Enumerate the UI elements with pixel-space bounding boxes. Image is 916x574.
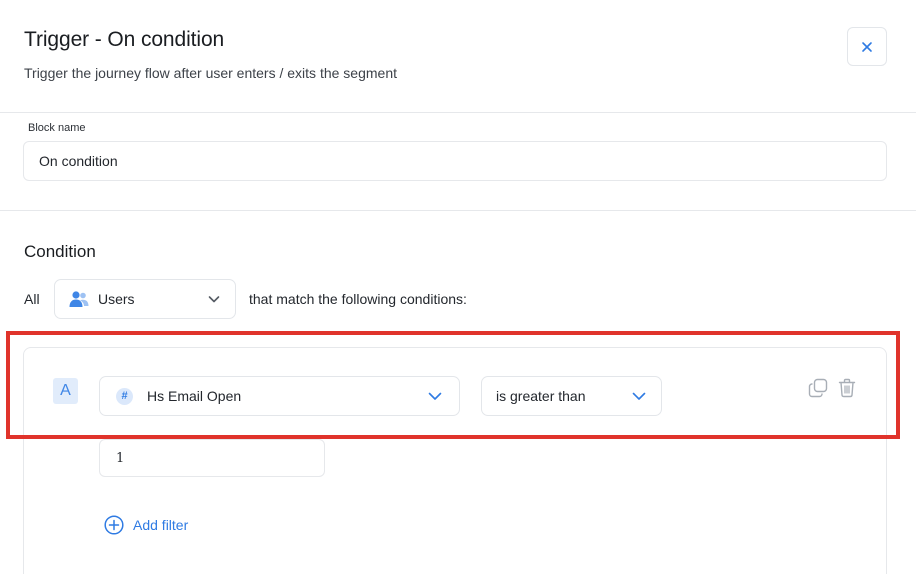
chevron-down-icon — [208, 296, 220, 303]
delete-condition-button[interactable] — [836, 377, 858, 399]
plus-circle-icon — [104, 515, 124, 535]
panel-header: Trigger - On condition Trigger the journ… — [0, 0, 916, 113]
field-select[interactable]: # Hs Email Open — [99, 376, 460, 416]
add-filter-button[interactable]: Add filter — [104, 515, 188, 535]
field-select-value: Hs Email Open — [147, 388, 242, 404]
block-name-label: Block name — [28, 122, 86, 134]
all-label: All — [24, 291, 40, 307]
close-icon — [862, 41, 872, 52]
hash-icon: # — [116, 387, 133, 405]
page-subtitle: Trigger the journey flow after user ente… — [24, 65, 397, 81]
duplicate-condition-button[interactable] — [807, 377, 829, 399]
chevron-down-icon — [428, 392, 442, 400]
match-text: that match the following conditions: — [249, 291, 467, 307]
operator-select[interactable]: is greater than — [481, 376, 662, 416]
operator-select-value: is greater than — [496, 388, 586, 404]
page-title: Trigger - On condition — [24, 28, 225, 51]
chevron-down-icon — [632, 392, 646, 400]
audience-select[interactable]: Users — [54, 279, 236, 319]
audience-select-value: Users — [98, 291, 135, 307]
divider — [0, 210, 916, 211]
close-button[interactable] — [847, 27, 887, 66]
add-filter-label: Add filter — [133, 517, 189, 533]
users-icon — [69, 291, 89, 307]
condition-badge: A — [53, 378, 78, 404]
block-name-input[interactable] — [23, 141, 887, 181]
condition-value-input[interactable] — [99, 439, 325, 477]
condition-heading: Condition — [24, 242, 96, 261]
copy-icon — [808, 378, 828, 398]
trash-icon — [838, 378, 856, 398]
